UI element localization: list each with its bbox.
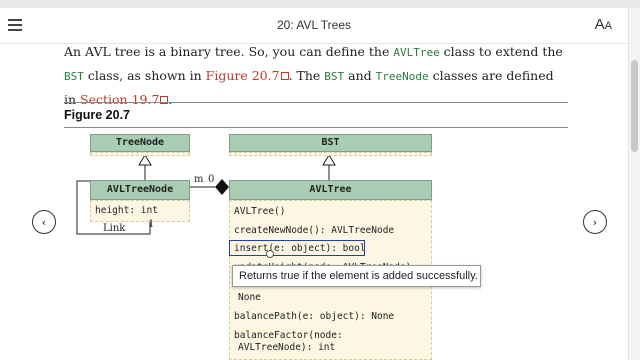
- method-balancefactor-cont: AVLTreeNode): int: [238, 342, 336, 353]
- inheritance-arrow-icon: [322, 154, 336, 166]
- class-avltree-header: AVLTree: [229, 180, 432, 200]
- composition-diamond-icon: [215, 179, 229, 195]
- multiplicity-0: 0: [208, 174, 215, 185]
- link-label: Link: [103, 223, 126, 234]
- method-updateheight-return: None: [238, 292, 261, 303]
- method-balancepath: balancePath(e: object): None: [234, 311, 395, 322]
- inheritance-arrow-icon: [138, 154, 152, 166]
- method-createnewnode: createNewNode(): AVLTreeNode: [234, 225, 395, 236]
- method-tooltip: Returns true if the element is added suc…: [232, 265, 481, 287]
- class-bst-body: [229, 152, 432, 156]
- class-treenode-body: [90, 152, 190, 156]
- class-treenode-header: TreeNode: [90, 134, 190, 152]
- class-bst-header: BST: [229, 134, 432, 152]
- method-balancefactor: balanceFactor(node:: [234, 330, 343, 341]
- method-avltree: AVLTree(): [234, 206, 286, 217]
- field-height: height: int: [95, 205, 158, 216]
- class-avltreenode-header: AVLTreeNode: [90, 180, 190, 200]
- selected-method-highlight[interactable]: [229, 240, 365, 256]
- class-avltreenode-body: height: int: [90, 200, 190, 222]
- link-multiplicity: 1: [148, 219, 155, 230]
- mouse-cursor: [266, 250, 274, 258]
- multiplicity-m: m: [194, 174, 204, 185]
